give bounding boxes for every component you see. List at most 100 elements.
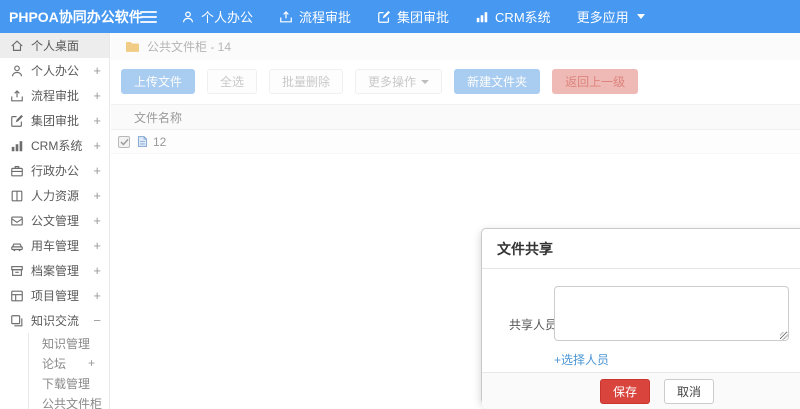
sidebar-item-crm[interactable]: CRM系统 + [0, 133, 109, 158]
expand-plus-icon[interactable]: + [93, 163, 101, 178]
project-icon [10, 289, 24, 303]
file-name-column-header: 文件名称 [134, 110, 183, 125]
sidebar-subitem-forum[interactable]: 论坛 + [29, 353, 109, 373]
home-icon [10, 39, 24, 53]
file-share-modal: 文件共享 共享人员 +选择人员 保存 取消 [481, 228, 800, 409]
chart-icon [475, 10, 489, 24]
archive-icon [10, 264, 24, 278]
expand-plus-icon[interactable]: + [93, 113, 101, 128]
expand-plus-icon[interactable]: + [93, 188, 101, 203]
app-window: PHPOA协同办公软件 个人办公 流程审批 集团审批 CRM系统 更多应用 个人… [0, 0, 800, 409]
nav-item-label: 个人办公 [201, 10, 254, 25]
modal-footer: 保存 取消 [482, 372, 800, 409]
sidebar-item-group-approval[interactable]: 集团审批 + [0, 108, 109, 133]
expand-plus-icon[interactable]: + [93, 213, 101, 228]
chart-icon [10, 139, 24, 153]
top-navigation: 个人办公 流程审批 集团审批 CRM系统 更多应用 [181, 7, 645, 26]
more-actions-button[interactable]: 更多操作 [355, 69, 443, 94]
sidebar-item-label: 档案管理 [31, 264, 80, 278]
sidebar-item-admin-office[interactable]: 行政办公 + [0, 158, 109, 183]
sidebar-item-label: 流程审批 [31, 89, 80, 103]
vehicle-icon [10, 239, 24, 253]
sidebar-submenu-knowledge: 知识管理 论坛 + 下载管理 公共文件柜 [28, 333, 109, 409]
expand-plus-icon[interactable]: + [93, 63, 101, 78]
expand-plus-icon[interactable]: + [93, 88, 101, 103]
nav-personal-office[interactable]: 个人办公 [181, 7, 253, 26]
sidebar-item-label: 个人桌面 [31, 39, 80, 53]
sidebar: 个人桌面 个人办公 + 流程审批 + 集团审批 + CRM系统 + 行政办公 +… [0, 33, 110, 409]
hr-book-icon [10, 189, 24, 203]
nav-group-approval[interactable]: 集团审批 [377, 7, 449, 26]
upload-file-button[interactable]: 上传文件 [121, 69, 196, 94]
modal-title: 文件共享 [482, 229, 800, 269]
sidebar-item-personal-desktop[interactable]: 个人桌面 [0, 33, 109, 58]
share-people-textarea[interactable] [554, 286, 789, 341]
breadcrumb: 公共文件柜 - 14 [111, 33, 800, 60]
hamburger-menu-icon[interactable] [140, 10, 157, 23]
sidebar-item-hr[interactable]: 人力资源 + [0, 183, 109, 208]
file-table-header: 文件名称 [111, 104, 800, 130]
sidebar-item-label: 用车管理 [31, 239, 80, 253]
nav-item-label: 集团审批 [397, 10, 450, 25]
sidebar-item-label: 人力资源 [31, 189, 80, 203]
table-row[interactable]: 12 [111, 130, 800, 154]
save-button[interactable]: 保存 [599, 378, 650, 404]
sidebar-subitem-public-file-cabinet[interactable]: 公共文件柜 [29, 393, 109, 409]
caret-down-icon [421, 79, 430, 84]
sidebar-item-project-mgmt[interactable]: 项目管理 + [0, 283, 109, 308]
new-folder-button[interactable]: 新建文件夹 [454, 69, 541, 94]
sidebar-item-label: 集团审批 [31, 114, 80, 128]
user-icon [181, 10, 195, 24]
sidebar-item-process-approval[interactable]: 流程审批 + [0, 83, 109, 108]
process-icon [10, 89, 24, 103]
top-header: PHPOA协同办公软件 个人办公 流程审批 集团审批 CRM系统 更多应用 [0, 0, 800, 33]
back-up-level-button[interactable]: 返回上一级 [552, 69, 639, 94]
nav-item-label: 更多应用 [576, 10, 629, 25]
modal-body: 共享人员 +选择人员 [482, 269, 800, 372]
expand-plus-icon[interactable]: + [93, 138, 101, 153]
nav-item-label: 流程审批 [299, 10, 352, 25]
share-people-label: 共享人员 [509, 318, 558, 332]
user-icon [10, 64, 24, 78]
select-all-button[interactable]: 全选 [207, 69, 258, 94]
folder-icon [125, 40, 140, 53]
app-logo[interactable]: PHPOA协同办公软件 [0, 7, 143, 27]
sidebar-subitem-download-mgmt[interactable]: 下载管理 [29, 373, 109, 393]
sidebar-item-label: CRM系统 [31, 139, 83, 153]
file-name[interactable]: 12 [153, 135, 166, 149]
document-icon [10, 214, 24, 228]
sidebar-item-label: 行政办公 [31, 164, 80, 178]
sidebar-item-vehicle-mgmt[interactable]: 用车管理 + [0, 233, 109, 258]
nav-crm-system[interactable]: CRM系统 [475, 7, 551, 26]
sidebar-item-label: 个人办公 [31, 64, 80, 78]
approval-icon [377, 10, 391, 24]
select-people-link[interactable]: +选择人员 [554, 351, 609, 368]
sidebar-subitem-knowledge-mgmt[interactable]: 知识管理 [29, 333, 109, 353]
expand-plus-icon[interactable]: + [93, 263, 101, 278]
sidebar-item-archive-mgmt[interactable]: 档案管理 + [0, 258, 109, 283]
sidebar-item-label: 知识交流 [31, 314, 80, 328]
file-toolbar: 上传文件 全选 批量删除 更多操作 新建文件夹 返回上一级 [111, 60, 800, 94]
caret-down-icon [636, 14, 645, 19]
row-checkbox[interactable] [118, 135, 130, 148]
collapse-minus-icon[interactable]: − [93, 313, 101, 328]
sidebar-item-label: 项目管理 [31, 289, 80, 303]
expand-plus-icon[interactable]: + [93, 238, 101, 253]
breadcrumb-text: 公共文件柜 - 14 [147, 40, 232, 54]
batch-delete-button[interactable]: 批量删除 [269, 69, 344, 94]
expand-plus-icon[interactable]: + [88, 356, 95, 370]
knowledge-icon [10, 314, 24, 328]
nav-item-label: CRM系统 [495, 10, 551, 25]
sidebar-item-knowledge[interactable]: 知识交流 − [0, 308, 109, 333]
sidebar-item-label: 公文管理 [31, 214, 80, 228]
nav-more-apps[interactable]: 更多应用 [577, 7, 645, 26]
briefcase-icon [10, 164, 24, 178]
process-icon [279, 10, 293, 24]
cancel-button[interactable]: 取消 [664, 378, 715, 404]
expand-plus-icon[interactable]: + [93, 288, 101, 303]
file-icon [136, 135, 149, 148]
sidebar-item-document-mgmt[interactable]: 公文管理 + [0, 208, 109, 233]
sidebar-item-personal-office[interactable]: 个人办公 + [0, 58, 109, 83]
nav-process-approval[interactable]: 流程审批 [279, 7, 351, 26]
file-table: 文件名称 12 [111, 104, 800, 154]
